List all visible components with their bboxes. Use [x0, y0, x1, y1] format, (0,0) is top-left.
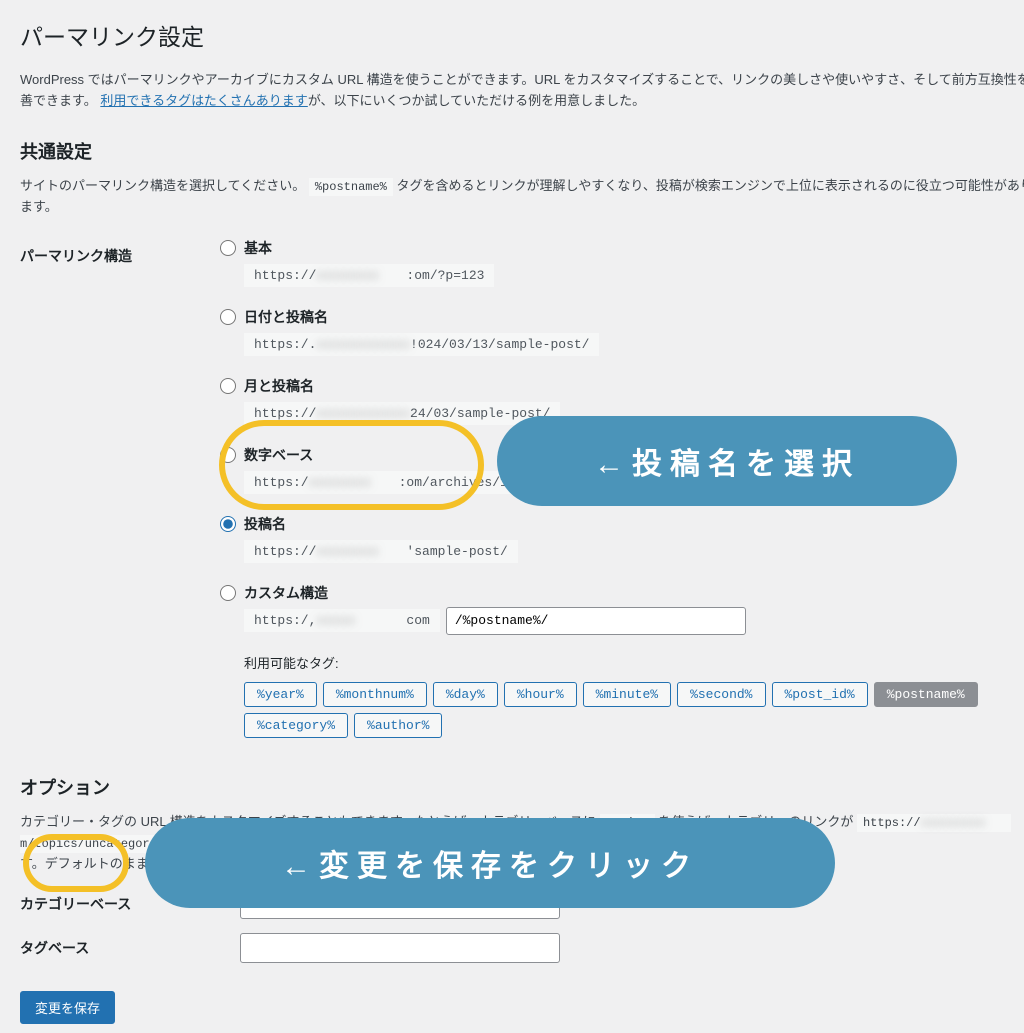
option-date[interactable]: 日付と投稿名 https:/.xxxxxxxxxxxx!024/03/13/sa… — [220, 305, 1024, 370]
structure-row-label: パーマリンク構造 — [20, 226, 220, 748]
radio-postname[interactable] — [220, 516, 236, 532]
tag-second[interactable]: %second% — [677, 682, 765, 707]
sample-numeric: https:/xxxxxxxx:om/archives/123 — [244, 471, 533, 494]
save-button[interactable]: 変更を保存 — [20, 991, 115, 1024]
tag-hour[interactable]: %hour% — [504, 682, 577, 707]
tag-base-label: タグベース — [20, 938, 240, 958]
common-settings-heading: 共通設定 — [20, 138, 1024, 164]
radio-plain[interactable] — [220, 240, 236, 256]
option-date-label: 日付と投稿名 — [244, 307, 328, 327]
custom-url-prefix: https:/,xxxxxcom — [244, 609, 440, 632]
radio-numeric[interactable] — [220, 447, 236, 463]
tag-base-input[interactable] — [240, 933, 560, 963]
annotation-callout-postname: ←投稿名を選択 — [497, 416, 957, 506]
tag-monthnum[interactable]: %monthnum% — [323, 682, 427, 707]
radio-month[interactable] — [220, 378, 236, 394]
sample-month: https://xxxxxxxxxxxx24/03/sample-post/ — [244, 402, 560, 425]
sample-plain: https://xxxxxxxx:om/?p=123 — [244, 264, 494, 287]
sample-postname: https://xxxxxxxx'sample-post/ — [244, 540, 518, 563]
option-postname-label: 投稿名 — [244, 514, 286, 534]
sample-date: https:/.xxxxxxxxxxxx!024/03/13/sample-po… — [244, 333, 599, 356]
option-month-label: 月と投稿名 — [244, 376, 314, 396]
option-plain[interactable]: 基本 https://xxxxxxxx:om/?p=123 — [220, 236, 1024, 301]
radio-date[interactable] — [220, 309, 236, 325]
tags-label: 利用可能なタグ: — [244, 653, 1024, 672]
tag-buttons: %year% %monthnum% %day% %hour% %minute% … — [244, 682, 1024, 738]
page-title: パーマリンク設定 — [20, 18, 1024, 52]
tag-postname[interactable]: %postname% — [874, 682, 978, 707]
tag-day[interactable]: %day% — [433, 682, 498, 707]
intro-text: WordPress ではパーマリンクやアーカイブにカスタム URL 構造を使うこ… — [20, 70, 1024, 112]
intro-link[interactable]: 利用できるタグはたくさんあります — [100, 93, 307, 108]
annotation-callout-save: ←変更を保存をクリック — [145, 818, 835, 908]
option-postname[interactable]: 投稿名 https://xxxxxxxx'sample-post/ — [220, 512, 1024, 577]
tag-category[interactable]: %category% — [244, 713, 348, 738]
tag-minute[interactable]: %minute% — [583, 682, 671, 707]
option-custom-label: カスタム構造 — [244, 583, 328, 603]
option-custom[interactable]: カスタム構造 https:/,xxxxxcom — [220, 581, 1024, 647]
tag-year[interactable]: %year% — [244, 682, 317, 707]
option-plain-label: 基本 — [244, 238, 272, 258]
option-numeric-label: 数字ベース — [244, 445, 313, 465]
radio-custom[interactable] — [220, 585, 236, 601]
optional-heading: オプション — [20, 774, 1024, 800]
postname-code: %postname% — [309, 178, 393, 196]
custom-structure-input[interactable] — [446, 607, 746, 635]
tag-post-id[interactable]: %post_id% — [772, 682, 868, 707]
common-desc: サイトのパーマリンク構造を選択してください。 %postname% タグを含める… — [20, 176, 1024, 218]
tag-author[interactable]: %author% — [354, 713, 442, 738]
